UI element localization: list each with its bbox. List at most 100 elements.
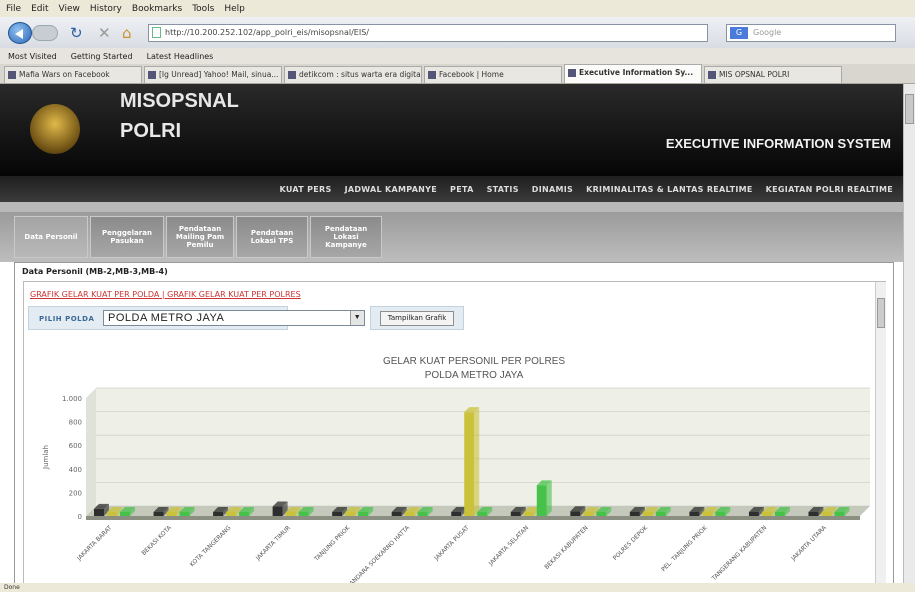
x-tick-label: JAKARTA BARAT <box>75 524 113 562</box>
polri-logo <box>30 104 80 154</box>
bar <box>298 512 309 516</box>
subtab-4[interactable]: Pendataan Lokasi TPS <box>236 216 308 258</box>
x-tick-label: JAKARTA TIMUR <box>254 524 292 562</box>
topnav-item[interactable]: JADWAL KAMPANYE <box>345 185 437 194</box>
menu-item-file[interactable]: File <box>6 4 21 14</box>
bar <box>629 512 640 516</box>
bar <box>761 512 772 516</box>
y-tick-label: 1.000 <box>62 395 82 403</box>
favicon-icon <box>8 71 16 79</box>
polda-select[interactable]: POLDA METRO JAYA ▼ <box>103 310 365 326</box>
chart-floor-edge <box>86 516 860 520</box>
link-separator: | <box>159 290 168 299</box>
home-icon[interactable]: ⌂ <box>122 24 132 42</box>
browser-tab[interactable]: [Ig Unread] Yahoo! Mail, sinua... <box>144 66 282 83</box>
bar <box>748 512 759 516</box>
site-header: MISOPSNAL POLRI EXECUTIVE INFORMATION SY… <box>0 84 903 176</box>
x-tick-label: TANGERANG KABUPATEN <box>710 524 768 582</box>
bar <box>94 508 104 516</box>
browser-tab-label: Executive Information Sy... <box>579 68 694 77</box>
favicon-icon <box>428 71 436 79</box>
polda-selector-row: PILIH POLDA POLDA METRO JAYA ▼ <box>28 306 365 330</box>
favicon-icon <box>288 71 296 79</box>
browser-tab-label: MIS OPSNAL POLRI <box>719 70 790 79</box>
subtab-5[interactable]: Pendataan Lokasi Kampanye <box>310 216 382 258</box>
bar <box>451 512 462 516</box>
menu-item-view[interactable]: View <box>59 4 80 14</box>
browser-tab[interactable]: MIS OPSNAL POLRI <box>704 66 842 83</box>
tampilkan-grafik-button[interactable]: Tampilkan Grafik <box>380 311 454 326</box>
topnav-item[interactable]: KUAT PERS <box>279 185 331 194</box>
browser-menubar: File Edit View History Bookmarks Tools Help <box>0 0 915 17</box>
y-tick-label: 600 <box>69 442 82 450</box>
page-scrollbar-thumb[interactable] <box>905 94 914 124</box>
system-title: EXECUTIVE INFORMATION SYSTEM <box>665 136 891 151</box>
menu-item-help[interactable]: Help <box>224 4 245 14</box>
bar-side <box>474 407 480 516</box>
bar <box>702 512 713 516</box>
forward-button[interactable] <box>32 25 58 41</box>
bar <box>808 512 819 516</box>
bar <box>285 512 296 516</box>
reload-icon[interactable]: ↻ <box>70 24 83 42</box>
menu-item-edit[interactable]: Edit <box>31 4 48 14</box>
bar <box>153 512 164 516</box>
topnav-item[interactable]: KRIMINALITAS & LANTAS REALTIME <box>586 185 753 194</box>
menu-item-tools[interactable]: Tools <box>192 4 214 14</box>
bar <box>596 512 607 516</box>
site-title-line2: POLRI <box>120 120 182 142</box>
google-icon: G <box>730 27 748 39</box>
chevron-down-icon[interactable]: ▼ <box>350 311 364 325</box>
browser-tab-label: Facebook | Home <box>439 70 504 79</box>
subtab-3[interactable]: Pendataan Mailing Pam Pemilu <box>166 216 234 258</box>
bar <box>570 511 581 516</box>
topnav-item[interactable]: DINAMIS <box>532 185 573 194</box>
browser-tab[interactable]: Mafia Wars on Facebook <box>4 66 142 83</box>
browser-tab-label: Mafia Wars on Facebook <box>19 70 110 79</box>
bar <box>332 512 343 516</box>
frame-scrollbar[interactable] <box>875 282 886 583</box>
bookmark-item[interactable]: Getting Started <box>71 52 133 61</box>
bookmark-item[interactable]: Latest Headlines <box>147 52 214 61</box>
site-title-line1: MISOPSNAL <box>120 90 239 112</box>
y-tick-label: 400 <box>69 466 82 474</box>
topnav-item[interactable]: PETA <box>450 185 474 194</box>
url-text: http://10.200.252.102/app_polri_eis/miso… <box>165 28 369 37</box>
bar-chart: GELAR KUAT PERSONIL PER POLRES POLDA METR… <box>42 356 870 583</box>
browser-tab[interactable]: Executive Information Sy... <box>564 64 702 83</box>
tampilkan-grafik-wrap: Tampilkan Grafik <box>370 306 464 330</box>
stop-icon[interactable]: ✕ <box>98 24 111 42</box>
bar <box>404 512 415 516</box>
browser-tab[interactable]: detikcom : situs warta era digital <box>284 66 422 83</box>
bookmarks-toolbar: Most Visited Getting Started Latest Headli… <box>0 48 915 64</box>
topnav-item[interactable]: KEGIATAN POLRI REALTIME <box>766 185 893 194</box>
link-grafik-polres[interactable]: GRAFIK GELAR KUAT PER POLRES <box>167 290 301 299</box>
bar <box>715 512 726 516</box>
url-field[interactable]: http://10.200.252.102/app_polri_eis/miso… <box>148 24 708 42</box>
bar-side <box>546 480 552 516</box>
browser-toolbar: ↻ ✕ ⌂ http://10.200.252.102/app_polri_ei… <box>0 17 915 48</box>
frame-scrollbar-thumb[interactable] <box>877 298 885 328</box>
x-tick-label: BEKASI KOTA <box>140 524 173 557</box>
bar <box>213 512 224 516</box>
page-scrollbar[interactable] <box>903 84 915 583</box>
chart-links: GRAFIK GELAR KUAT PER POLDA | GRAFIK GEL… <box>30 290 301 299</box>
bar <box>536 485 547 516</box>
back-button[interactable] <box>8 22 32 44</box>
link-grafik-polda[interactable]: GRAFIK GELAR KUAT PER POLDA <box>30 290 159 299</box>
browser-tab[interactable]: Facebook | Home <box>424 66 562 83</box>
search-input[interactable]: G Google <box>726 24 896 42</box>
browser-tab-label: [Ig Unread] Yahoo! Mail, sinua... <box>159 70 279 79</box>
chart-subtitle: POLDA METRO JAYA <box>425 370 524 381</box>
subtab-2[interactable]: Penggelaran Pasukan <box>90 216 164 258</box>
menu-item-bookmarks[interactable]: Bookmarks <box>132 4 182 14</box>
favicon-icon <box>568 69 576 77</box>
menu-item-history[interactable]: History <box>90 4 122 14</box>
y-tick-label: 0 <box>78 513 82 521</box>
bar <box>464 412 475 516</box>
topnav-item[interactable]: STATIS <box>487 185 519 194</box>
top-navigation: KUAT PERS JADWAL KAMPANYE PETA STATIS DINAMI… <box>0 176 903 202</box>
subtab-1[interactable]: Data Personil <box>14 216 88 258</box>
bookmark-item[interactable]: Most Visited <box>8 52 57 61</box>
bar <box>120 512 130 516</box>
